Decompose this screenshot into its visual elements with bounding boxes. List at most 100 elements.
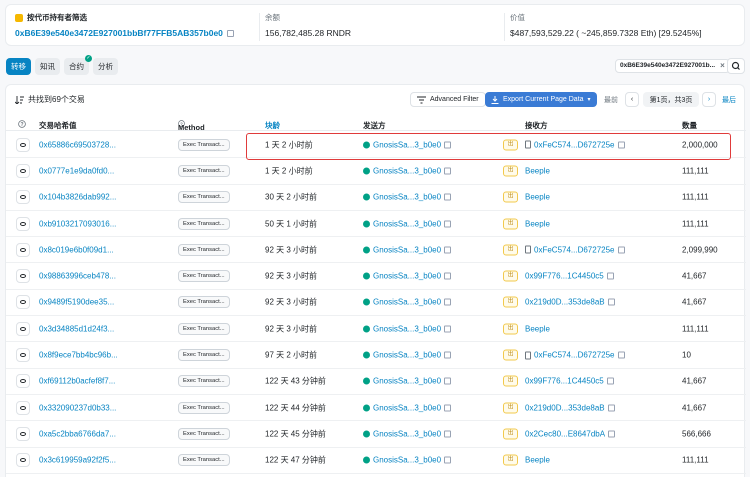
to-address[interactable]: 0x219d0D...353de8aB bbox=[525, 298, 615, 307]
to-address[interactable]: Beeple bbox=[525, 166, 550, 175]
tx-hash-link[interactable]: 0x9489f5190dee35... bbox=[39, 298, 114, 307]
tab-analytics[interactable]: 分析 bbox=[93, 58, 118, 75]
copy-icon[interactable] bbox=[444, 430, 452, 438]
to-address[interactable]: Beeple bbox=[525, 219, 550, 228]
from-address[interactable]: GnosisSa...3_b0e0 bbox=[363, 298, 452, 307]
copy-icon[interactable] bbox=[444, 377, 452, 385]
tx-hash-link[interactable]: 0xb9103217093016... bbox=[39, 219, 116, 228]
tx-hash-link[interactable]: 0x8f9ece7bb4bc96b... bbox=[39, 351, 118, 360]
copy-icon[interactable] bbox=[607, 404, 615, 412]
first-page-button[interactable]: 最前 bbox=[600, 92, 622, 107]
copy-icon[interactable] bbox=[607, 298, 615, 306]
to-address[interactable]: Beeple bbox=[525, 193, 550, 202]
to-address-text: Beeple bbox=[525, 455, 550, 465]
copy-icon[interactable] bbox=[226, 29, 234, 37]
to-address[interactable]: 0x219d0D...353de8aB bbox=[525, 403, 615, 412]
copy-icon[interactable] bbox=[617, 351, 625, 359]
tab-transfers[interactable]: 转移 bbox=[6, 58, 31, 75]
tx-hash-link[interactable]: 0x8c019e6b0f09d1... bbox=[39, 245, 114, 254]
eye-icon[interactable] bbox=[16, 348, 30, 363]
tx-age: 122 天 43 分钟前 bbox=[265, 376, 326, 386]
copy-icon[interactable] bbox=[444, 325, 452, 333]
tab-contract[interactable]: 合约 ✓ bbox=[64, 55, 92, 75]
eye-icon[interactable] bbox=[16, 242, 30, 257]
eye-icon[interactable] bbox=[16, 426, 30, 441]
advanced-filter-button[interactable]: Advanced Filter bbox=[410, 92, 486, 107]
tx-hash-link[interactable]: 0x3d34885d1d24f3... bbox=[39, 324, 114, 333]
eye-icon[interactable] bbox=[16, 137, 30, 152]
next-page-button[interactable]: › bbox=[702, 92, 716, 107]
from-address[interactable]: GnosisSa...3_b0e0 bbox=[363, 193, 452, 202]
from-address[interactable]: GnosisSa...3_b0e0 bbox=[363, 403, 452, 412]
search-button[interactable] bbox=[727, 58, 745, 74]
copy-icon[interactable] bbox=[444, 404, 452, 412]
to-address-text: 0x219d0D...353de8aB bbox=[525, 297, 605, 307]
tx-hash-link[interactable]: 0x65886c69503728... bbox=[39, 140, 116, 149]
tx-age: 1 天 2 小时前 bbox=[265, 166, 313, 176]
from-address[interactable]: GnosisSa...3_b0e0 bbox=[363, 219, 452, 228]
copy-icon[interactable] bbox=[608, 430, 616, 438]
copy-icon[interactable] bbox=[444, 272, 452, 280]
tab-info[interactable]: 知讯 bbox=[35, 58, 60, 75]
to-address[interactable]: 0x99F776...1C4450c5 bbox=[525, 272, 614, 281]
from-address[interactable]: GnosisSa...3_b0e0 bbox=[363, 351, 452, 360]
export-button[interactable]: Export Current Page Data ▾ bbox=[485, 92, 597, 107]
copy-icon[interactable] bbox=[617, 141, 625, 149]
copy-icon[interactable] bbox=[444, 220, 452, 228]
copy-icon[interactable] bbox=[444, 167, 452, 175]
copy-icon[interactable] bbox=[444, 456, 452, 464]
from-address[interactable]: GnosisSa...3_b0e0 bbox=[363, 324, 452, 333]
copy-icon[interactable] bbox=[606, 377, 614, 385]
from-address[interactable]: GnosisSa...3_b0e0 bbox=[363, 429, 452, 438]
from-address[interactable]: GnosisSa...3_b0e0 bbox=[363, 166, 452, 175]
from-address[interactable]: GnosisSa...3_b0e0 bbox=[363, 377, 452, 386]
prev-page-button[interactable]: ‹ bbox=[625, 92, 639, 107]
tx-hash-link[interactable]: 0x3c619959a92f2f5... bbox=[39, 456, 116, 465]
to-address[interactable]: Beeple bbox=[525, 324, 550, 333]
tx-hash-link[interactable]: 0xf69112b0acfef8f7... bbox=[39, 377, 115, 386]
from-address[interactable]: GnosisSa...3_b0e0 bbox=[363, 140, 452, 149]
copy-icon[interactable] bbox=[444, 193, 452, 201]
eye-icon[interactable] bbox=[16, 321, 30, 336]
eye-icon[interactable] bbox=[16, 216, 30, 231]
quantity-value: 111,111 bbox=[682, 166, 709, 176]
from-address[interactable]: GnosisSa...3_b0e0 bbox=[363, 272, 452, 281]
eye-icon[interactable] bbox=[16, 190, 30, 205]
copy-icon[interactable] bbox=[444, 246, 452, 254]
tx-hash-link[interactable]: 0xa5c2bba6766da7... bbox=[39, 429, 116, 438]
copy-icon[interactable] bbox=[617, 246, 625, 254]
from-address[interactable]: GnosisSa...3_b0e0 bbox=[363, 456, 452, 465]
eye-icon[interactable] bbox=[16, 163, 30, 178]
active-filter-address: 0xB6E39e540e3472E927001b... bbox=[620, 62, 716, 69]
column-method-label: Method bbox=[178, 123, 205, 132]
holder-address-link[interactable]: 0xB6E39e540e3472E927001bbBf77FFB5AB357b0… bbox=[15, 28, 223, 38]
tx-age: 1 天 2 小时前 bbox=[265, 140, 313, 150]
direction-badge: 出 bbox=[503, 218, 518, 230]
tx-hash-link[interactable]: 0x98863996ceb478... bbox=[39, 272, 116, 281]
to-address[interactable]: 0x2Cec80...E8647dbA bbox=[525, 429, 616, 438]
to-address[interactable]: 0xFeC574...D672725e bbox=[525, 140, 625, 149]
last-page-button[interactable]: 最后 bbox=[718, 92, 740, 107]
contract-icon bbox=[363, 167, 370, 175]
eye-icon[interactable] bbox=[16, 453, 30, 468]
copy-icon[interactable] bbox=[444, 141, 452, 149]
copy-icon[interactable] bbox=[606, 272, 614, 280]
tx-hash-link[interactable]: 0x332090237d0b33... bbox=[39, 403, 116, 412]
eye-icon[interactable] bbox=[16, 400, 30, 415]
tx-hash-link[interactable]: 0x0777e1e9da0fd0... bbox=[39, 166, 114, 175]
tx-age: 122 天 45 分钟前 bbox=[265, 429, 326, 439]
eye-icon[interactable] bbox=[16, 269, 30, 284]
column-age[interactable]: 块龄 bbox=[265, 120, 280, 131]
from-address[interactable]: GnosisSa...3_b0e0 bbox=[363, 245, 452, 254]
to-address[interactable]: 0x99F776...1C4450c5 bbox=[525, 377, 614, 386]
to-address[interactable]: Beeple bbox=[525, 456, 550, 465]
tx-hash-link[interactable]: 0x104b3826dab992... bbox=[39, 193, 116, 202]
copy-icon[interactable] bbox=[444, 298, 452, 306]
to-address[interactable]: 0xFeC574...D672725e bbox=[525, 245, 625, 254]
eye-icon[interactable] bbox=[16, 295, 30, 310]
to-address[interactable]: 0xFeC574...D672725e bbox=[525, 351, 625, 360]
copy-icon[interactable] bbox=[444, 351, 452, 359]
eye-icon[interactable] bbox=[16, 374, 30, 389]
close-icon[interactable]: × bbox=[720, 60, 725, 72]
quantity-value: 41,667 bbox=[682, 297, 707, 307]
